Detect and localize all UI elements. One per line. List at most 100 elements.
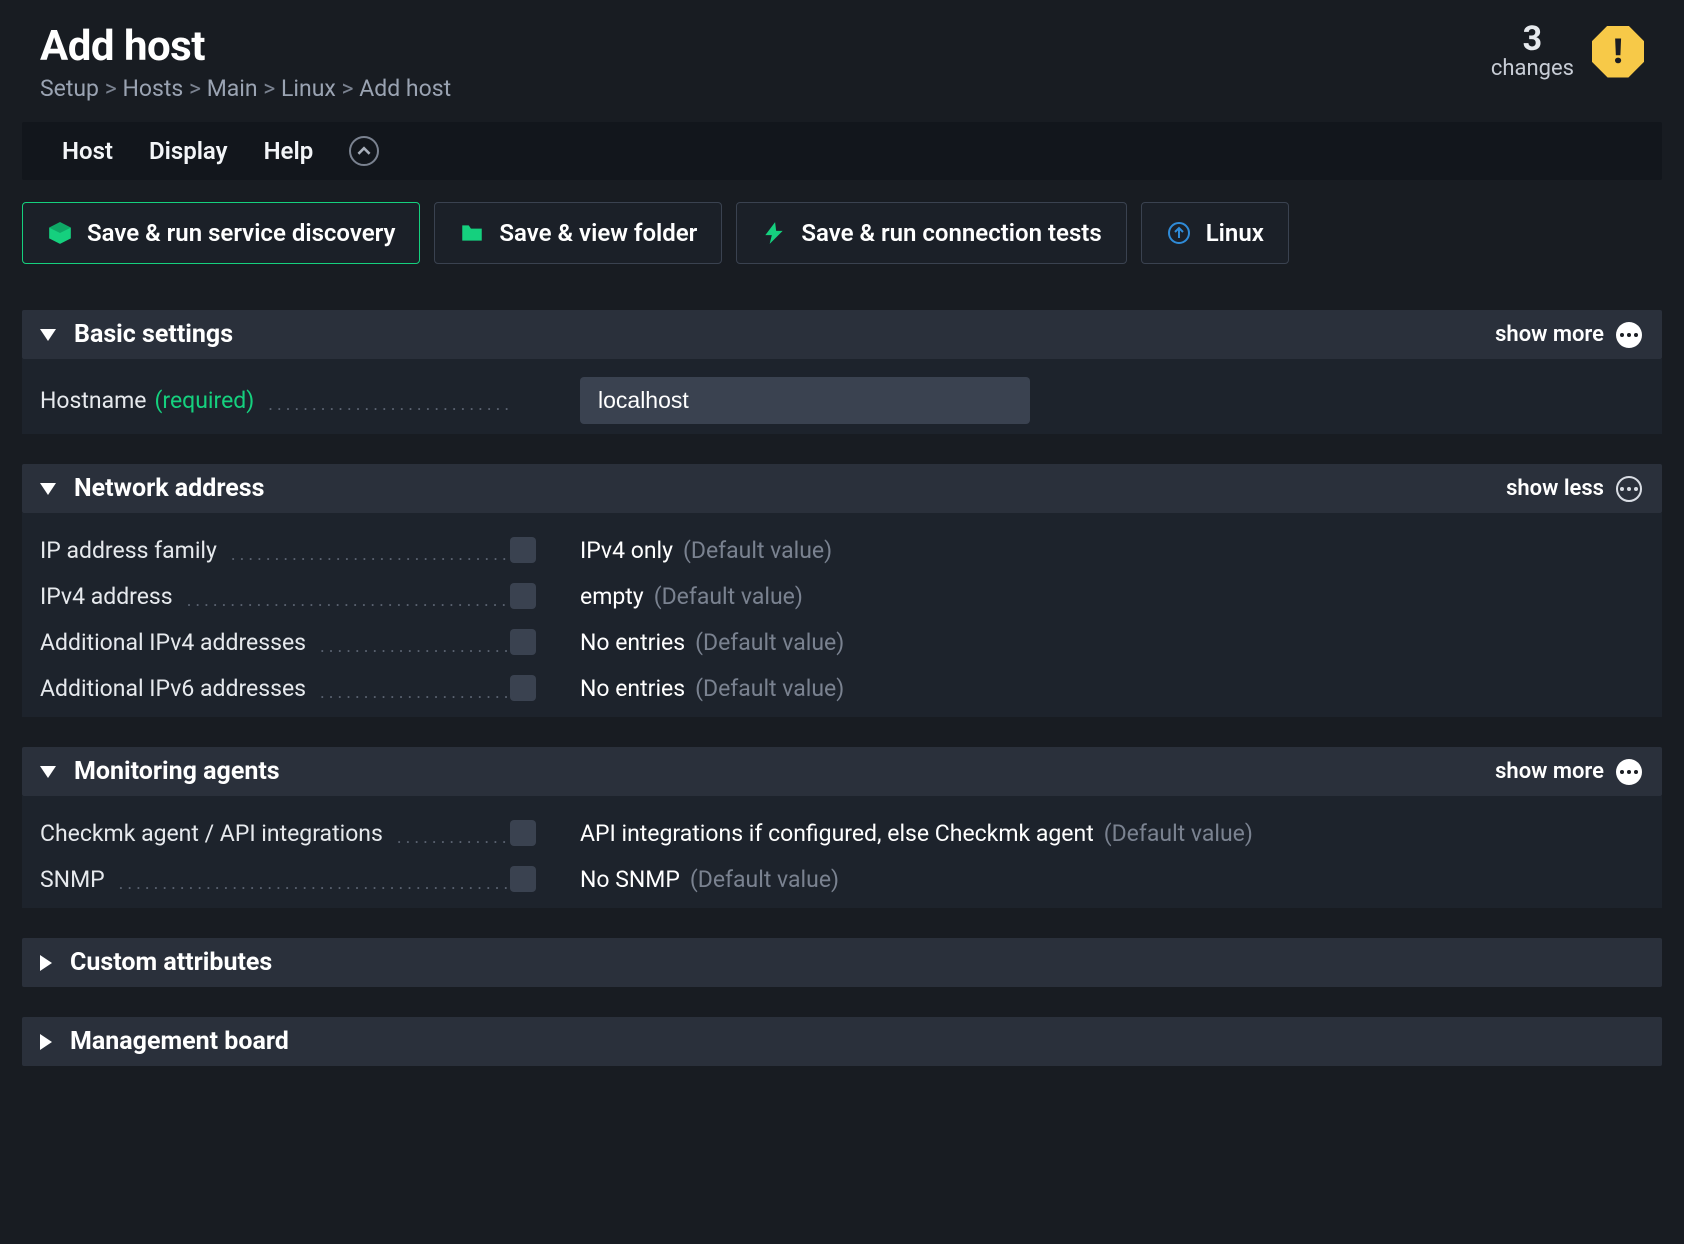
chevron-right-icon [40, 955, 52, 971]
save-run-connection-tests-button[interactable]: Save & run connection tests [736, 202, 1126, 264]
cube-icon [47, 220, 73, 246]
chevron-down-icon [40, 766, 56, 778]
page-header: Add host Setup > Hosts > Main > Linux > … [0, 0, 1684, 112]
section-header[interactable]: Monitoring agents show more [22, 747, 1662, 796]
field-value: API integrations if configured, else Che… [580, 820, 1094, 847]
menubar: Host Display Help [22, 122, 1662, 180]
menu-display[interactable]: Display [149, 137, 228, 165]
menu-host[interactable]: Host [62, 137, 113, 165]
hostname-input[interactable] [580, 377, 1030, 424]
up-arrow-circle-icon [1166, 220, 1192, 246]
field-label: IPv4 address [40, 583, 510, 610]
override-checkbox[interactable] [510, 629, 536, 655]
breadcrumb-item[interactable]: Linux [281, 75, 336, 102]
section-custom-attributes: Custom attributes [22, 938, 1662, 987]
default-marker: (Default value) [654, 583, 803, 610]
label-text: SNMP [40, 866, 105, 893]
default-marker: (Default value) [695, 675, 844, 702]
row-ipv4-address: IPv4 address empty (Default value) [40, 573, 1644, 619]
label-text: Checkmk agent / API integrations [40, 820, 383, 847]
field-label: SNMP [40, 866, 510, 893]
chevron-right-icon [40, 1034, 52, 1050]
save-run-service-discovery-button[interactable]: Save & run service discovery [22, 202, 420, 264]
field-value: No SNMP [580, 866, 680, 893]
chevron-down-icon [40, 483, 56, 495]
breadcrumb-item: Add host [359, 75, 451, 102]
changes-label: changes [1491, 56, 1574, 81]
breadcrumb-item[interactable]: Main [207, 75, 258, 102]
field-label: Additional IPv4 addresses [40, 629, 510, 656]
section-body: Hostname (required) [22, 359, 1662, 434]
section-title: Basic settings [74, 320, 233, 349]
override-checkbox[interactable] [510, 583, 536, 609]
show-more-toggle[interactable]: show more [1495, 322, 1604, 347]
row-checkmk-agent: Checkmk agent / API integrations API int… [40, 810, 1644, 856]
section-title: Management board [70, 1027, 289, 1056]
field-value: No entries [580, 629, 685, 656]
field-value: empty [580, 583, 644, 610]
section-header[interactable]: Basic settings show more [22, 310, 1662, 359]
section-title: Monitoring agents [74, 757, 280, 786]
section-header[interactable]: Management board [22, 1017, 1662, 1066]
override-checkbox[interactable] [510, 537, 536, 563]
field-label: Checkmk agent / API integrations [40, 820, 510, 847]
field-label: IP address family [40, 537, 510, 564]
section-title: Network address [74, 474, 264, 503]
more-options-icon[interactable] [1616, 476, 1642, 502]
field-value: IPv4 only [580, 537, 673, 564]
save-view-folder-button[interactable]: Save & view folder [434, 202, 722, 264]
section-management-board: Management board [22, 1017, 1662, 1066]
bolt-icon [761, 220, 787, 246]
section-header[interactable]: Network address show less [22, 464, 1662, 513]
changes-indicator[interactable]: 3 changes [1491, 22, 1574, 81]
override-checkbox[interactable] [510, 675, 536, 701]
show-less-toggle[interactable]: show less [1506, 476, 1604, 501]
section-header[interactable]: Custom attributes [22, 938, 1662, 987]
sections: Basic settings show more Hostname (requi… [0, 264, 1684, 1086]
button-label: Save & view folder [499, 219, 697, 247]
row-snmp: SNMP No SNMP (Default value) [40, 856, 1644, 902]
row-ip-address-family: IP address family IPv4 only (Default valu… [40, 527, 1644, 573]
button-label: Save & run connection tests [801, 219, 1101, 247]
field-label: Additional IPv6 addresses [40, 675, 510, 702]
more-options-icon[interactable] [1616, 759, 1642, 785]
default-marker: (Default value) [695, 629, 844, 656]
collapse-toggle-icon[interactable] [349, 136, 379, 166]
breadcrumb-item[interactable]: Hosts [122, 75, 183, 102]
section-body: Checkmk agent / API integrations API int… [22, 796, 1662, 908]
toolbar: Save & run service discovery Save & view… [0, 180, 1684, 264]
menu-help[interactable]: Help [264, 137, 314, 165]
row-additional-ipv4: Additional IPv4 addresses No entries (Def… [40, 619, 1644, 665]
field-label: Hostname (required) [40, 387, 510, 414]
override-checkbox[interactable] [510, 866, 536, 892]
default-marker: (Default value) [683, 537, 832, 564]
section-network-address: Network address show less IP address fam… [22, 464, 1662, 717]
required-marker: (required) [155, 387, 255, 414]
label-text: Additional IPv4 addresses [40, 629, 306, 656]
folder-icon [459, 220, 485, 246]
override-checkbox[interactable] [510, 820, 536, 846]
label-text: IPv4 address [40, 583, 173, 610]
button-label: Linux [1206, 219, 1264, 247]
label-text: IP address family [40, 537, 217, 564]
row-additional-ipv6: Additional IPv6 addresses No entries(Def… [40, 665, 1644, 711]
section-basic-settings: Basic settings show more Hostname (requi… [22, 310, 1662, 434]
button-label: Save & run service discovery [87, 219, 395, 247]
header-right: 3 changes ! [1491, 22, 1644, 81]
row-hostname: Hostname (required) [40, 373, 1644, 428]
section-body: IP address family IPv4 only (Default valu… [22, 513, 1662, 717]
breadcrumb: Setup > Hosts > Main > Linux > Add host [40, 75, 1491, 102]
default-marker: (Default value) [690, 866, 839, 893]
chevron-down-icon [40, 329, 56, 341]
section-title: Custom attributes [70, 948, 272, 977]
show-more-toggle[interactable]: show more [1495, 759, 1604, 784]
page-title: Add host [40, 22, 1491, 71]
breadcrumb-item[interactable]: Setup [40, 75, 99, 102]
more-options-icon[interactable] [1616, 322, 1642, 348]
changes-count: 3 [1491, 22, 1574, 56]
section-monitoring-agents: Monitoring agents show more Checkmk agen… [22, 747, 1662, 908]
linux-button[interactable]: Linux [1141, 202, 1289, 264]
default-marker: (Default value) [1104, 820, 1253, 847]
label-text: Additional IPv6 addresses [40, 675, 306, 702]
warning-badge-icon[interactable]: ! [1592, 26, 1644, 78]
